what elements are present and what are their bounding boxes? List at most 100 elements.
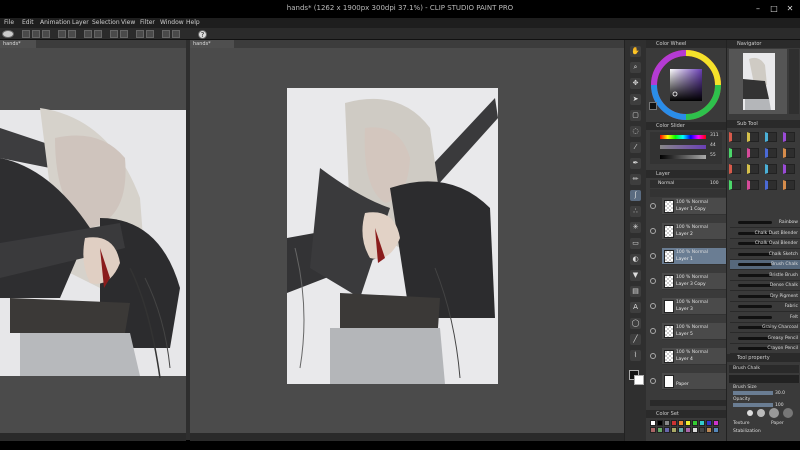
color-wheel[interactable] bbox=[650, 49, 722, 121]
layer-panel-header[interactable]: Layer bbox=[646, 170, 726, 178]
brush-tip-preset-1[interactable] bbox=[747, 410, 753, 416]
pen-icon[interactable]: ✒ bbox=[630, 158, 641, 169]
color-set-swatch[interactable] bbox=[671, 427, 677, 433]
layer-name[interactable]: Paper bbox=[676, 382, 689, 387]
layer-visibility-icon[interactable] bbox=[650, 203, 656, 209]
color-set-swatch[interactable] bbox=[692, 420, 698, 426]
color-set-swatch[interactable] bbox=[713, 420, 719, 426]
menu-filter[interactable]: Filter bbox=[140, 19, 155, 26]
color-set-swatch[interactable] bbox=[671, 420, 677, 426]
layer-row[interactable]: Paper bbox=[650, 373, 726, 390]
layer-name[interactable]: Layer 1 bbox=[676, 257, 693, 262]
layer-row[interactable]: 100 % Normal Layer 3 Copy bbox=[650, 273, 726, 290]
layer-row[interactable]: 100 % Normal Layer 3 bbox=[650, 298, 726, 315]
layer-row[interactable]: 100 % Normal Layer 4 bbox=[650, 348, 726, 365]
color-set-swatch[interactable] bbox=[706, 427, 712, 433]
sub-tool-group-button[interactable] bbox=[747, 132, 759, 142]
snap-ruler-icon[interactable] bbox=[136, 30, 144, 38]
sub-tool-group-button[interactable] bbox=[729, 164, 741, 174]
layer-row[interactable]: 100 % Normal Layer 2 bbox=[650, 223, 726, 240]
brush-item[interactable]: Fabric bbox=[730, 302, 800, 312]
hand-icon[interactable]: ✋ bbox=[630, 46, 641, 57]
layer-row[interactable]: 100 % Normal Layer 1 bbox=[650, 248, 726, 265]
brush-size-slider[interactable] bbox=[733, 391, 773, 395]
layer-name[interactable]: Layer 3 bbox=[676, 307, 693, 312]
color-set-swatch[interactable] bbox=[706, 420, 712, 426]
color-set-swatch[interactable] bbox=[685, 427, 691, 433]
sub-tool-group-button[interactable] bbox=[747, 180, 759, 190]
pencil-icon[interactable]: ✏ bbox=[630, 174, 641, 185]
fill-icon[interactable]: ▼ bbox=[630, 270, 641, 281]
brush-item[interactable]: Chalk Oval Blender bbox=[730, 239, 800, 249]
fill-canvas-icon[interactable] bbox=[94, 30, 102, 38]
blend-mode-select[interactable]: Normal bbox=[658, 181, 674, 186]
sub-color-swatch[interactable] bbox=[634, 375, 644, 385]
color-wheel-header[interactable]: Color Wheel bbox=[646, 40, 726, 48]
layer-name[interactable]: Layer 2 bbox=[676, 232, 693, 237]
brush-item[interactable]: Felt bbox=[730, 313, 800, 323]
redo-icon[interactable] bbox=[68, 30, 76, 38]
text-icon[interactable]: A bbox=[630, 302, 641, 313]
lasso-icon[interactable]: ◌ bbox=[630, 126, 641, 137]
color-set-swatch[interactable] bbox=[713, 427, 719, 433]
layer-name[interactable]: Layer 4 bbox=[676, 357, 693, 362]
help-icon[interactable]: ? bbox=[198, 30, 207, 39]
menu-selection[interactable]: Selection bbox=[92, 19, 120, 26]
save-icon[interactable] bbox=[42, 30, 50, 38]
eyedropper-icon[interactable]: ⁄ bbox=[630, 142, 641, 153]
brush-tip-preset-4[interactable] bbox=[783, 408, 793, 418]
airbrush-icon[interactable]: ∴ bbox=[630, 206, 641, 217]
brush-tip-preset-2[interactable] bbox=[757, 409, 765, 417]
eraser-icon[interactable]: ▭ bbox=[630, 238, 641, 249]
deselect-icon[interactable] bbox=[120, 30, 128, 38]
color-set-swatch[interactable] bbox=[692, 427, 698, 433]
tab-canvas-right[interactable]: hands* bbox=[190, 40, 234, 48]
brush-size-value[interactable]: 30.0 bbox=[775, 391, 785, 396]
color-set-swatch[interactable] bbox=[664, 420, 670, 426]
brush-item[interactable]: Rainbow bbox=[730, 218, 800, 228]
brush-item[interactable]: Dense Chalk bbox=[730, 281, 800, 291]
show-ruler-icon[interactable] bbox=[162, 30, 170, 38]
brush-item[interactable]: Chalk Dust Blender bbox=[730, 229, 800, 239]
value-slider[interactable] bbox=[660, 155, 706, 159]
sub-tool-header[interactable]: Sub Tool bbox=[727, 120, 800, 128]
layer-opacity[interactable]: 100 bbox=[710, 181, 719, 186]
close-button[interactable]: ✕ bbox=[784, 3, 796, 14]
menu-help[interactable]: Help bbox=[186, 19, 200, 26]
navigator-preview[interactable] bbox=[729, 49, 787, 114]
layer-visibility-icon[interactable] bbox=[650, 278, 656, 284]
color-slider-header[interactable]: Color Slider bbox=[646, 122, 726, 130]
brush-item[interactable]: Chalk Sketch bbox=[730, 250, 800, 260]
undo-icon[interactable] bbox=[58, 30, 66, 38]
sub-tool-group-button[interactable] bbox=[783, 132, 795, 142]
operation-icon[interactable]: ➤ bbox=[630, 94, 641, 105]
navigator-header[interactable]: Navigator bbox=[727, 40, 800, 48]
sub-tool-group-button[interactable] bbox=[747, 148, 759, 158]
menu-edit[interactable]: Edit bbox=[22, 19, 34, 26]
snap-grid-icon[interactable] bbox=[146, 30, 154, 38]
color-set-header[interactable]: Color Set bbox=[646, 410, 726, 418]
balloon-icon[interactable]: ◯ bbox=[630, 318, 641, 329]
ruler-icon[interactable]: ╱ bbox=[630, 334, 641, 345]
layer-visibility-icon[interactable] bbox=[650, 328, 656, 334]
sub-tool-group-button[interactable] bbox=[765, 148, 777, 158]
color-set-swatch[interactable] bbox=[657, 427, 663, 433]
decoration-icon[interactable]: ✳ bbox=[630, 222, 641, 233]
color-set-swatch[interactable] bbox=[650, 427, 656, 433]
layer-visibility-icon[interactable] bbox=[650, 378, 656, 384]
tab-canvas-left[interactable]: hands* bbox=[0, 40, 36, 48]
layer-name[interactable]: Layer 1 Copy bbox=[676, 207, 706, 212]
menu-layer[interactable]: Layer bbox=[72, 19, 89, 26]
brush-tip-preset-3[interactable] bbox=[769, 408, 779, 418]
clear-icon[interactable] bbox=[84, 30, 92, 38]
brush-item[interactable]: Crayon Pencil bbox=[730, 344, 800, 354]
color-set-swatch[interactable] bbox=[664, 427, 670, 433]
brush-item[interactable]: Brush Chalk bbox=[730, 260, 800, 270]
saturation-slider[interactable] bbox=[660, 145, 706, 149]
new-icon[interactable] bbox=[22, 30, 30, 38]
brush-item[interactable]: Bristle Brush bbox=[730, 271, 800, 281]
hue-slider[interactable] bbox=[660, 135, 706, 139]
zoom-icon[interactable]: ⌕ bbox=[630, 62, 641, 73]
menu-file[interactable]: File bbox=[4, 19, 14, 26]
sub-tool-group-button[interactable] bbox=[765, 132, 777, 142]
